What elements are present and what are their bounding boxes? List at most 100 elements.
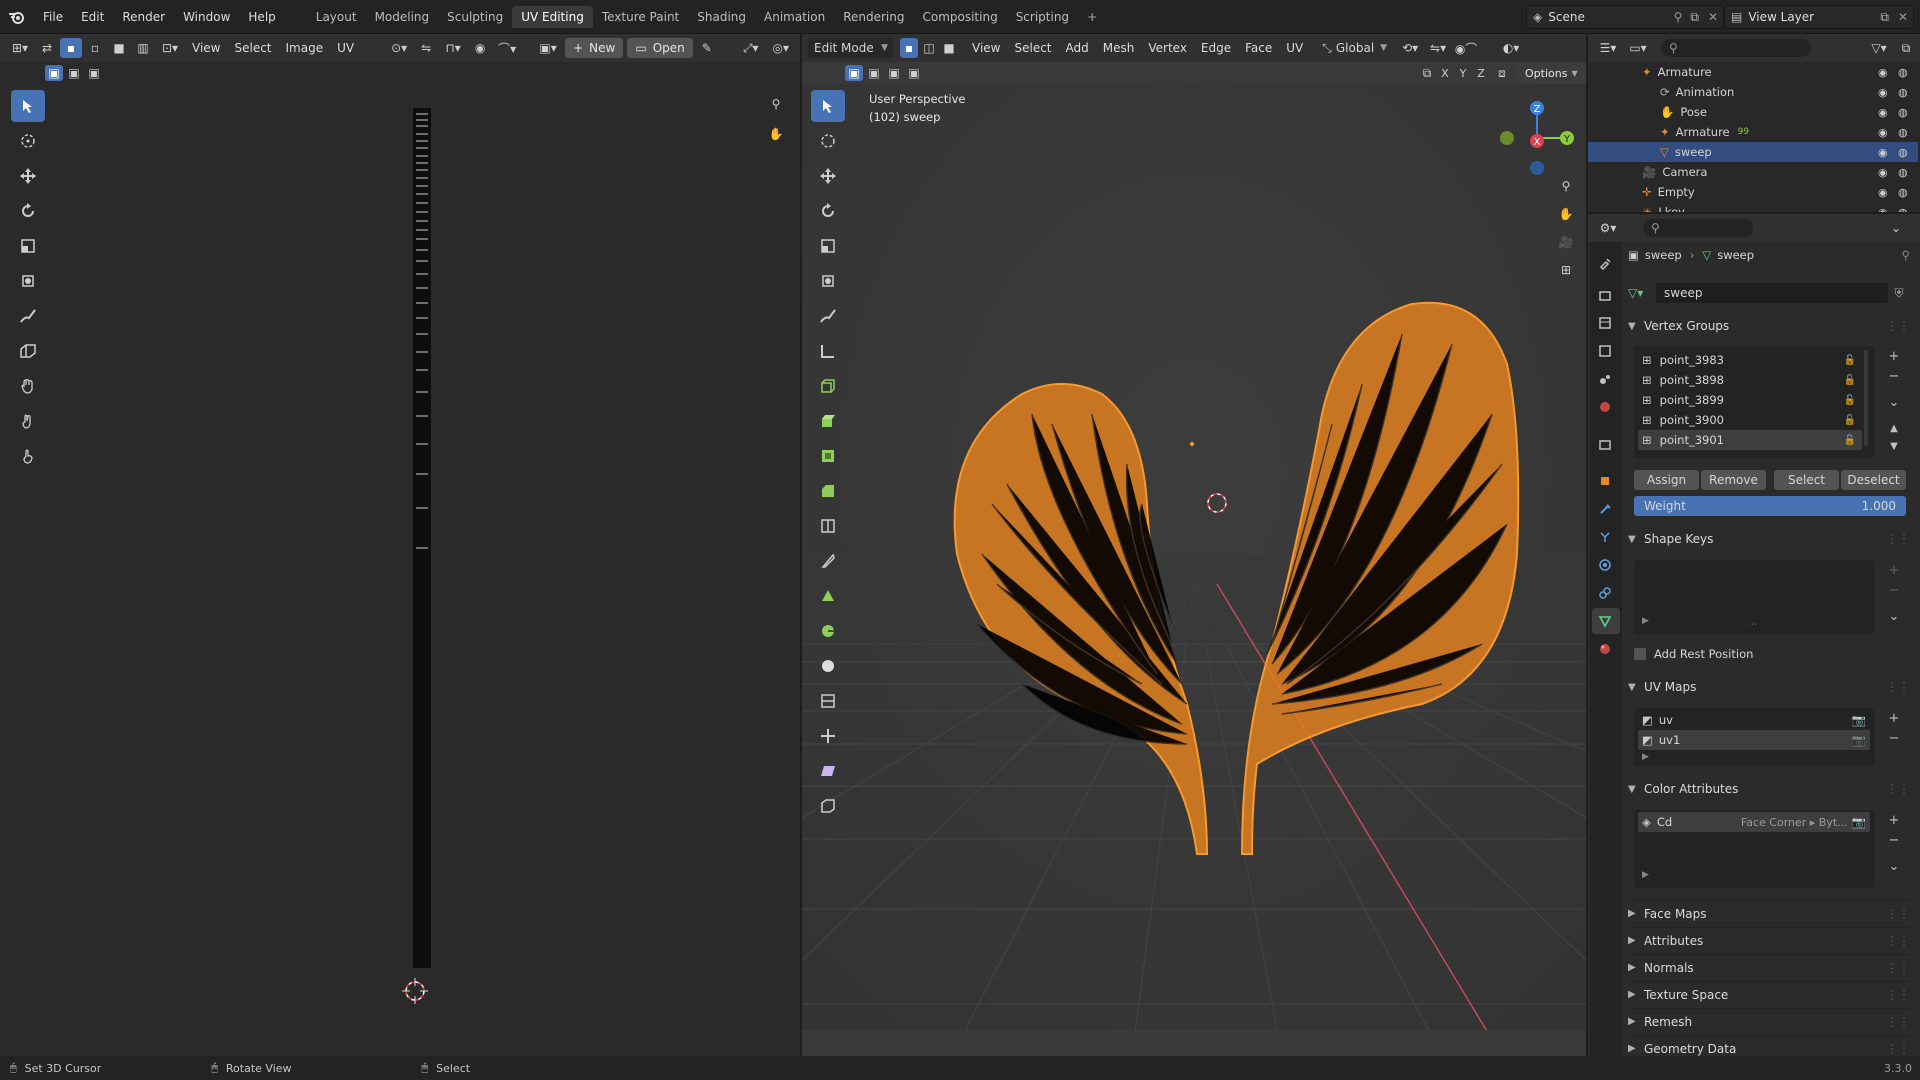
breadcrumb-data[interactable]: sweep — [1717, 248, 1754, 262]
weight-slider[interactable]: Weight 1.000 — [1634, 496, 1906, 516]
move-up-icon[interactable]: ▲ — [1884, 418, 1904, 438]
3d-viewport[interactable]: Edit Mode ▼ ▪ ◫ ■ View Select Add Mesh Ve… — [802, 34, 1586, 1056]
outliner-search-input[interactable]: ⚲ — [1661, 39, 1811, 57]
lock-icon[interactable]: 🔓 — [1844, 415, 1856, 426]
neg-z-handle[interactable] — [1530, 161, 1544, 175]
vp-menu-face[interactable]: Face — [1238, 41, 1279, 55]
gizmo-toggle-icon[interactable]: ⤢▾ — [737, 38, 765, 58]
uv-maps-section-header[interactable]: ▼ UV Maps ⋮⋮ — [1628, 674, 1910, 700]
add-workspace-button[interactable]: + — [1078, 6, 1106, 28]
vp-menu-uv[interactable]: UV — [1279, 41, 1310, 55]
list-scrollbar[interactable] — [1864, 350, 1868, 446]
uv-zoom-icon[interactable]: ⚲ — [765, 94, 787, 114]
select-subtract-icon[interactable]: ▣ — [885, 65, 903, 81]
menu-file[interactable]: File — [34, 10, 72, 24]
tab-modeling[interactable]: Modeling — [366, 6, 439, 28]
outliner-row[interactable]: ⟳ Animation ◉ ◍ — [1588, 82, 1918, 102]
resize-grip-icon[interactable]: ⋯ — [1748, 620, 1757, 630]
tab-scripting[interactable]: Scripting — [1007, 6, 1078, 28]
camera-icon[interactable]: 📷 — [1852, 815, 1866, 829]
editor-type-icon[interactable]: ⊞▾ — [6, 38, 34, 58]
object-tab-icon[interactable] — [1594, 470, 1616, 492]
select-box-tool-icon[interactable] — [11, 90, 45, 122]
camera-view-icon[interactable]: 🎥 — [1555, 232, 1577, 252]
move-down-icon[interactable]: ▼ — [1884, 436, 1904, 456]
pinch-tool-icon[interactable] — [11, 440, 45, 472]
select-new-icon[interactable]: ▣ — [845, 65, 863, 81]
assign-button[interactable]: Assign — [1634, 470, 1699, 490]
outliner-row[interactable]: ☀ Lkey ◉ ◍ — [1588, 202, 1918, 212]
uv-2d-cursor-icon[interactable] — [402, 978, 428, 1004]
color-attribute-row[interactable]: ◈ Cd Face Corner ▸ Byt... 📷 — [1638, 812, 1870, 832]
add-shape-key-button[interactable]: + — [1884, 560, 1904, 580]
color-attributes-section-header[interactable]: ▼ Color Attributes ⋮⋮ — [1628, 776, 1910, 802]
vertex-group-row[interactable]: ⊞ point_3899 🔓 — [1638, 390, 1862, 410]
vp-menu-edge[interactable]: Edge — [1194, 41, 1238, 55]
uv-map-row-active[interactable]: ◩ uv1 📷 — [1638, 730, 1870, 750]
eye-icon[interactable]: ◉ — [1878, 146, 1888, 159]
view-layer-name[interactable]: View Layer — [1748, 10, 1876, 24]
viewport-zoom-icon[interactable]: ⚲ — [1555, 176, 1577, 196]
uv-sync-icon[interactable]: ⇄ — [36, 38, 58, 58]
rotate-tool-icon[interactable] — [11, 195, 45, 227]
image-browse-icon[interactable]: ▣▾ — [534, 38, 562, 58]
eye-icon[interactable]: ◉ — [1878, 66, 1888, 79]
tool-tab-icon[interactable] — [1594, 252, 1616, 274]
rotate-tool-icon[interactable] — [811, 195, 845, 227]
vertex-group-row[interactable]: ⊞ point_3901 🔓 — [1638, 430, 1862, 450]
tab-layout[interactable]: Layout — [307, 6, 366, 28]
expand-icon[interactable]: ▶ — [1642, 616, 1649, 626]
face-select-icon[interactable]: ■ — [108, 38, 130, 58]
loop-cut-tool-icon[interactable] — [811, 510, 845, 542]
render-toggle-icon[interactable]: ◍ — [1898, 126, 1908, 139]
tab-rendering[interactable]: Rendering — [834, 6, 913, 28]
new-collection-icon[interactable]: ⧉ — [1895, 38, 1917, 58]
cursor-tool-icon[interactable] — [11, 125, 45, 157]
drag-handle-icon[interactable]: ⋮⋮ — [1886, 680, 1910, 694]
edge-mode-icon[interactable]: ◫ — [920, 38, 938, 58]
render-toggle-icon[interactable]: ◍ — [1898, 106, 1908, 119]
outliner-row[interactable]: ▽ sweep ◉ ◍ — [1588, 142, 1918, 162]
drag-handle-icon[interactable]: ⋮⋮ — [1886, 1015, 1910, 1029]
menu-edit[interactable]: Edit — [72, 10, 113, 24]
render-tab-icon[interactable] — [1594, 284, 1616, 306]
uv-pan-icon[interactable]: ✋ — [765, 124, 787, 144]
view-layer-selector[interactable]: ▤ View Layer ⧉ ✕ — [1724, 5, 1914, 29]
select-extend-icon[interactable]: ▣ — [65, 65, 83, 81]
mirror-z-toggle[interactable]: Z — [1473, 63, 1489, 83]
overlay-toggle-icon[interactable]: ◎▾ — [767, 38, 795, 58]
mesh-name-field[interactable]: sweep — [1656, 283, 1888, 303]
measure-tool-icon[interactable] — [811, 335, 845, 367]
outliner-row[interactable]: ✛ Empty ◉ ◍ — [1588, 182, 1918, 202]
view-layer-tab-icon[interactable] — [1594, 340, 1616, 362]
shape-keys-section-header[interactable]: ▼ Shape Keys ⋮⋮ — [1628, 526, 1910, 552]
world-tab-icon[interactable] — [1594, 396, 1616, 418]
vp-menu-vertex[interactable]: Vertex — [1141, 41, 1194, 55]
color-attributes-list[interactable]: ◈ Cd Face Corner ▸ Byt... 📷 ▶ — [1634, 810, 1874, 888]
ortho-toggle-icon[interactable]: ⊞ — [1555, 260, 1577, 280]
pin-icon[interactable]: ⚲ — [1902, 248, 1910, 262]
outliner-row[interactable]: ✦ Armature 99 ◉ ◍ — [1588, 122, 1918, 142]
lock-icon[interactable]: 🔓 — [1844, 375, 1856, 386]
vertex-group-row[interactable]: ⊞ point_3898 🔓 — [1638, 370, 1862, 390]
delete-view-layer-icon[interactable]: ✕ — [1893, 10, 1913, 24]
tab-compositing[interactable]: Compositing — [913, 6, 1006, 28]
lock-icon[interactable]: 🔓 — [1844, 395, 1856, 406]
select-subtract-icon[interactable]: ▣ — [85, 65, 103, 81]
outliner-row[interactable]: ✦ Armature ◉ ◍ — [1588, 62, 1918, 82]
scene-name[interactable]: Scene — [1548, 10, 1669, 24]
tab-uv-editing[interactable]: UV Editing — [512, 5, 593, 28]
proportional-icon[interactable]: ◉ — [469, 38, 491, 58]
drag-handle-icon[interactable]: ⋮⋮ — [1886, 1042, 1910, 1056]
remove-button[interactable]: Remove — [1701, 470, 1766, 490]
eye-icon[interactable]: ◉ — [1878, 86, 1888, 99]
select-invert-icon[interactable]: ▣ — [905, 65, 923, 81]
menu-help[interactable]: Help — [239, 10, 284, 24]
tab-shading[interactable]: Shading — [688, 6, 755, 28]
uv-menu-view[interactable]: View — [185, 41, 227, 55]
edge-select-icon[interactable]: ▫ — [84, 38, 106, 58]
render-toggle-icon[interactable]: ◍ — [1898, 66, 1908, 79]
pin-icon[interactable]: ✎ — [696, 38, 718, 58]
add-cube-tool-icon[interactable] — [811, 370, 845, 402]
modifier-tab-icon[interactable] — [1594, 498, 1616, 520]
